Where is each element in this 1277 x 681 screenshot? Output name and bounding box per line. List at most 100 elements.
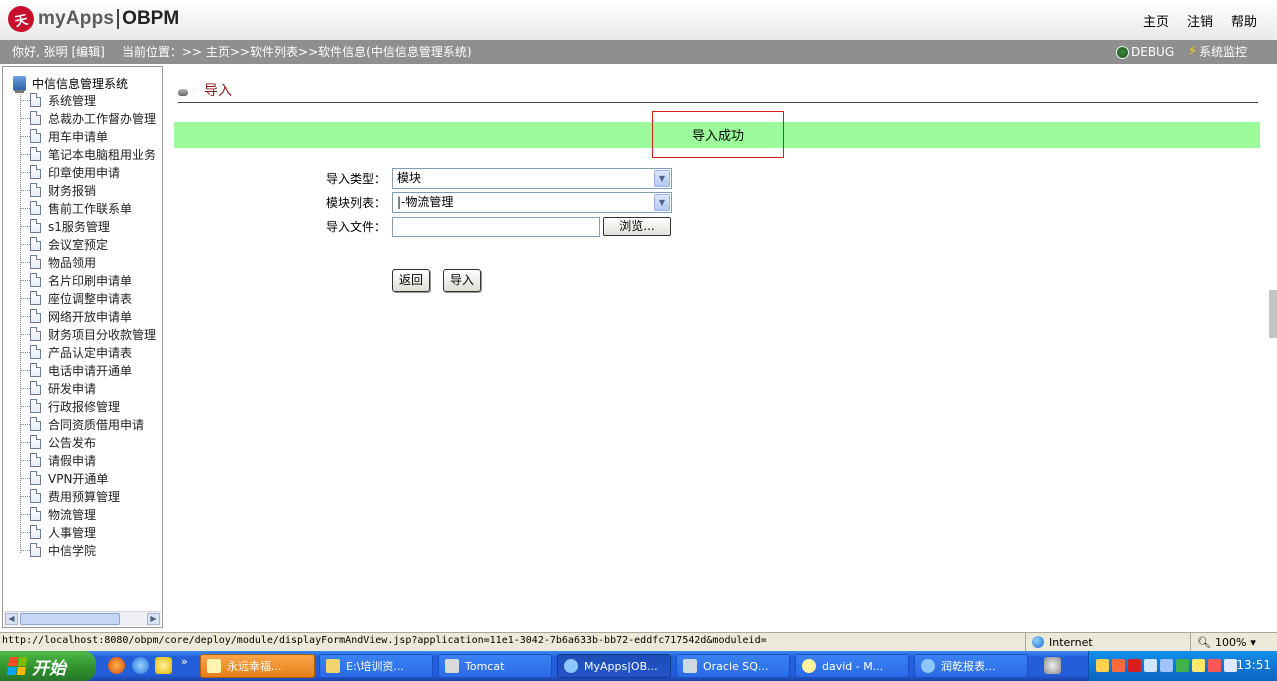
chevron-down-icon[interactable]: ▼ <box>654 170 670 187</box>
sidebar-tree-item[interactable]: 财务报销 <box>20 181 96 199</box>
zoom-control[interactable]: 🔍︎ 100% ▾ <box>1190 633 1277 651</box>
sidebar-tree-item[interactable]: 财务项目分收款管理 <box>20 325 156 343</box>
sidebar-tree-item[interactable]: 笔记本电脑租用业务 <box>20 145 156 163</box>
sidebar-tree-item[interactable]: 总裁办工作督办管理 <box>20 109 156 127</box>
tray-folder-icon[interactable] <box>1192 659 1205 672</box>
sidebar-tree-item[interactable]: 用车申请单 <box>20 127 108 145</box>
computer-icon <box>13 76 26 93</box>
tray-security-icon[interactable] <box>1208 659 1221 672</box>
help-link[interactable]: 帮助 <box>1231 11 1257 30</box>
task-label: david - M... <box>822 659 884 673</box>
taskbar-clock[interactable]: 13:51 <box>1236 658 1271 672</box>
sidebar-tree: 中信信息管理系统 系统管理 总裁办工作督办管理用车申请单 笔记本电脑租用业务印章使用… <box>2 66 163 628</box>
task-button[interactable]: E:\培训资... <box>319 654 433 678</box>
tray-nvidia-icon[interactable] <box>1176 659 1189 672</box>
task-button[interactable]: david - M... <box>795 654 909 678</box>
sidebar-tree-item[interactable]: 请假申请 <box>20 451 96 469</box>
sidebar-item-label: 系统管理 <box>48 93 97 108</box>
title-divider <box>178 102 1258 103</box>
sidebar-tree-item[interactable]: 公告发布 <box>20 433 96 451</box>
sidebar-item-label: 印章使用申请 <box>48 165 121 180</box>
document-icon <box>30 417 41 431</box>
task-label: 润乾报表... <box>941 660 996 673</box>
sidebar-item-label: 请假申请 <box>48 453 97 468</box>
debug-button[interactable]: DEBUG <box>1116 40 1174 64</box>
sidebar-tree-item[interactable]: 费用预算管理 <box>20 487 120 505</box>
sidebar-tree-item[interactable]: 名片印刷申请单 <box>20 271 132 289</box>
quicklaunch-more-icon[interactable]: » <box>181 655 188 668</box>
clock-app-icon[interactable] <box>155 657 172 674</box>
user-greeting[interactable]: 你好, 张明 [编辑] <box>12 40 105 64</box>
sidebar-tree-item[interactable]: 行政报修管理 <box>20 397 120 415</box>
task-button[interactable]: 永远幸福... <box>200 654 315 678</box>
task-button[interactable]: Oracle SQ... <box>676 654 790 678</box>
scrollbar-thumb[interactable] <box>20 613 120 625</box>
firefox-icon[interactable] <box>108 657 125 674</box>
tray-volume-icon[interactable] <box>1144 659 1157 672</box>
sidebar-tree-item[interactable]: 系统管理 <box>20 91 96 109</box>
sidebar-tree-item[interactable]: 售前工作联系单 <box>20 199 132 217</box>
tree-root[interactable]: 中信信息管理系统 <box>13 75 128 93</box>
header-links: 主页 注销 帮助 <box>1143 11 1257 30</box>
logo-separator <box>117 9 120 29</box>
sidebar-tree-item[interactable]: 研发申请 <box>20 379 96 397</box>
sidebar-item-label: 用车申请单 <box>48 129 109 144</box>
lightning-icon: ⚡ <box>1188 44 1198 59</box>
back-button[interactable]: 返回 <box>392 269 430 292</box>
scroll-left-icon[interactable]: ◀ <box>5 613 18 625</box>
sidebar-tree-item[interactable]: 产品认定申请表 <box>20 343 132 361</box>
system-monitor-button[interactable]: ⚡ 系统监控 <box>1188 40 1247 64</box>
browse-button[interactable]: 浏览... <box>603 217 671 236</box>
tree-branch-line <box>20 549 30 551</box>
app-header: 天 myApps OBPM 主页 注销 帮助 <box>0 0 1277 40</box>
horizontal-scrollbar[interactable]: ◀ ▶ <box>4 611 161 626</box>
module-list-select[interactable]: |-物流管理 ▼ <box>392 192 672 213</box>
sidebar-tree-item[interactable]: 物流管理 <box>20 505 96 523</box>
sidebar-tree-item[interactable]: 物品领用 <box>20 253 96 271</box>
sidebar-tree-item[interactable]: 合同资质借用申请 <box>20 415 144 433</box>
scroll-right-icon[interactable]: ▶ <box>147 613 160 625</box>
tray-misc-icon[interactable] <box>1224 659 1237 672</box>
sidebar-tree-item[interactable]: 印章使用申请 <box>20 163 120 181</box>
sidebar-tree-item[interactable]: 座位调整申请表 <box>20 289 132 307</box>
task-button[interactable]: MyApps|OB... <box>557 654 671 678</box>
start-button[interactable]: 开始 <box>0 651 96 681</box>
sidebar-tree-item[interactable]: 电话申请开通单 <box>20 361 132 379</box>
input-method-icon[interactable] <box>1044 657 1061 674</box>
breadcrumb: 当前位置：>> 主页>>软件列表>>软件信息(中信信息管理系统) <box>122 45 472 59</box>
import-type-select[interactable]: 模块 ▼ <box>392 168 672 189</box>
document-icon <box>30 399 41 413</box>
sidebar-item-label: 座位调整申请表 <box>48 291 133 306</box>
sidebar-tree-item[interactable]: s1服务管理 <box>20 217 110 235</box>
tray-clock-icon[interactable] <box>1096 659 1109 672</box>
sidebar-tree-item[interactable]: 会议室预定 <box>20 235 108 253</box>
tree-branch-line <box>20 459 30 461</box>
sidebar-tree-item[interactable]: 中信学院 <box>20 541 96 559</box>
import-button[interactable]: 导入 <box>443 269 481 292</box>
sidebar-tree-item[interactable]: 人事管理 <box>20 523 96 541</box>
task-button[interactable]: Tomcat <box>438 654 552 678</box>
status-url: http://localhost:8080/obpm/core/deploy/m… <box>2 635 767 646</box>
tree-branch-line <box>20 531 30 533</box>
tray-antivirus-icon[interactable] <box>1128 659 1141 672</box>
document-icon <box>30 129 41 143</box>
home-link[interactable]: 主页 <box>1143 11 1169 30</box>
sidebar-tree-item[interactable]: 网络开放申请单 <box>20 307 132 325</box>
document-icon <box>30 273 41 287</box>
info-bar: 你好, 张明 [编辑] 当前位置：>> 主页>>软件列表>>软件信息(中信信息管… <box>0 40 1277 64</box>
chevron-down-icon[interactable]: ▾ <box>1250 636 1256 649</box>
tree-branch-line <box>20 153 30 155</box>
tray-network-icon[interactable] <box>1160 659 1173 672</box>
task-button[interactable]: 润乾报表... <box>914 654 1028 678</box>
sidebar-item-label: 财务报销 <box>48 183 97 198</box>
chevron-down-icon[interactable]: ▼ <box>654 194 670 211</box>
section-bullet-icon <box>178 88 188 96</box>
tray-app-icon[interactable] <box>1112 659 1125 672</box>
ie-icon[interactable] <box>132 657 149 674</box>
page-scrollbar-thumb[interactable] <box>1269 290 1277 338</box>
tree-branch-line <box>20 441 30 443</box>
file-path-input[interactable] <box>392 217 600 237</box>
logout-link[interactable]: 注销 <box>1187 11 1213 30</box>
monitor-label: 系统监控 <box>1199 45 1248 59</box>
sidebar-tree-item[interactable]: VPN开通单 <box>20 469 108 487</box>
